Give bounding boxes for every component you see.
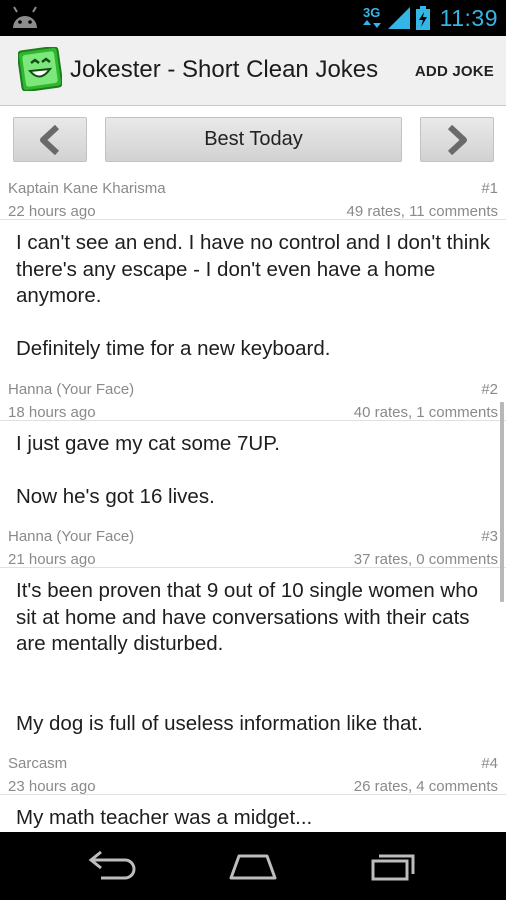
joke-item[interactable]: Hanna (Your Face) #2 18 hours ago 40 rat… — [0, 373, 506, 521]
joke-meta: Kaptain Kane Kharisma #1 22 hours ago 49… — [0, 172, 506, 220]
clock: 11:39 — [439, 4, 498, 31]
joke-stats: 37 rates, 0 comments — [353, 551, 498, 568]
app-logo-icon — [18, 47, 62, 91]
current-category-button[interactable]: Best Today — [105, 117, 402, 162]
joke-text: I can't see an end. I have no control an… — [16, 231, 490, 360]
joke-stats: 49 rates, 11 comments — [346, 203, 498, 220]
back-icon[interactable] — [85, 848, 141, 884]
joke-list[interactable]: Kaptain Kane Kharisma #1 22 hours ago 49… — [0, 172, 506, 832]
add-joke-button[interactable]: ADD JOKE — [415, 63, 494, 80]
joke-author[interactable]: Hanna (Your Face) — [8, 528, 134, 545]
joke-item[interactable]: Sarcasm #4 23 hours ago 26 rates, 4 comm… — [0, 747, 506, 832]
joke-time: 22 hours ago — [8, 203, 96, 220]
app-title: Jokester - Short Clean Jokes — [70, 56, 379, 83]
joke-time: 21 hours ago — [8, 551, 96, 568]
chevron-left-icon — [40, 124, 60, 155]
joke-stats: 40 rates, 1 comments — [353, 403, 498, 421]
data-arrows-icon — [362, 20, 381, 28]
previous-button[interactable] — [13, 117, 87, 162]
joke-meta: Hanna (Your Face) #2 18 hours ago 40 rat… — [0, 373, 506, 421]
status-bar: 3G 11:39 — [0, 0, 506, 36]
joke-time: 18 hours ago — [8, 403, 96, 421]
scrollbar[interactable] — [500, 402, 504, 602]
system-navigation-bar — [0, 832, 506, 900]
home-icon[interactable] — [225, 848, 281, 884]
joke-author[interactable]: Hanna (Your Face) — [8, 381, 134, 398]
joke-item[interactable]: Hanna (Your Face) #3 21 hours ago 37 rat… — [0, 520, 506, 747]
joke-meta: Hanna (Your Face) #3 21 hours ago 37 rat… — [0, 520, 506, 568]
chevron-right-icon — [447, 124, 467, 155]
next-button[interactable] — [420, 117, 494, 162]
joke-rank: #4 — [481, 755, 498, 772]
joke-rank: #3 — [481, 528, 498, 545]
joke-author[interactable]: Sarcasm — [8, 755, 67, 772]
network-type-indicator: 3G — [362, 6, 382, 29]
joke-stats: 26 rates, 4 comments — [353, 778, 498, 795]
signal-icon — [387, 7, 410, 29]
battery-charging-icon — [415, 6, 430, 30]
action-bar: Jokester - Short Clean Jokes ADD JOKE — [0, 36, 506, 106]
joke-time: 23 hours ago — [8, 778, 96, 795]
android-debug-icon — [13, 6, 37, 28]
joke-text: My math teacher was a midget... — [16, 806, 313, 829]
joke-text: It's been proven that 9 out of 10 single… — [16, 579, 479, 735]
joke-meta: Sarcasm #4 23 hours ago 26 rates, 4 comm… — [0, 747, 506, 795]
joke-author[interactable]: Kaptain Kane Kharisma — [8, 180, 166, 197]
joke-text: I just gave my cat some 7UP. Now he's go… — [16, 431, 280, 508]
recent-apps-icon[interactable] — [367, 848, 423, 884]
joke-item[interactable]: Kaptain Kane Kharisma #1 22 hours ago 49… — [0, 172, 506, 373]
category-navigation: Best Today — [0, 106, 506, 172]
joke-rank: #2 — [481, 380, 498, 398]
joke-rank: #1 — [481, 180, 498, 197]
